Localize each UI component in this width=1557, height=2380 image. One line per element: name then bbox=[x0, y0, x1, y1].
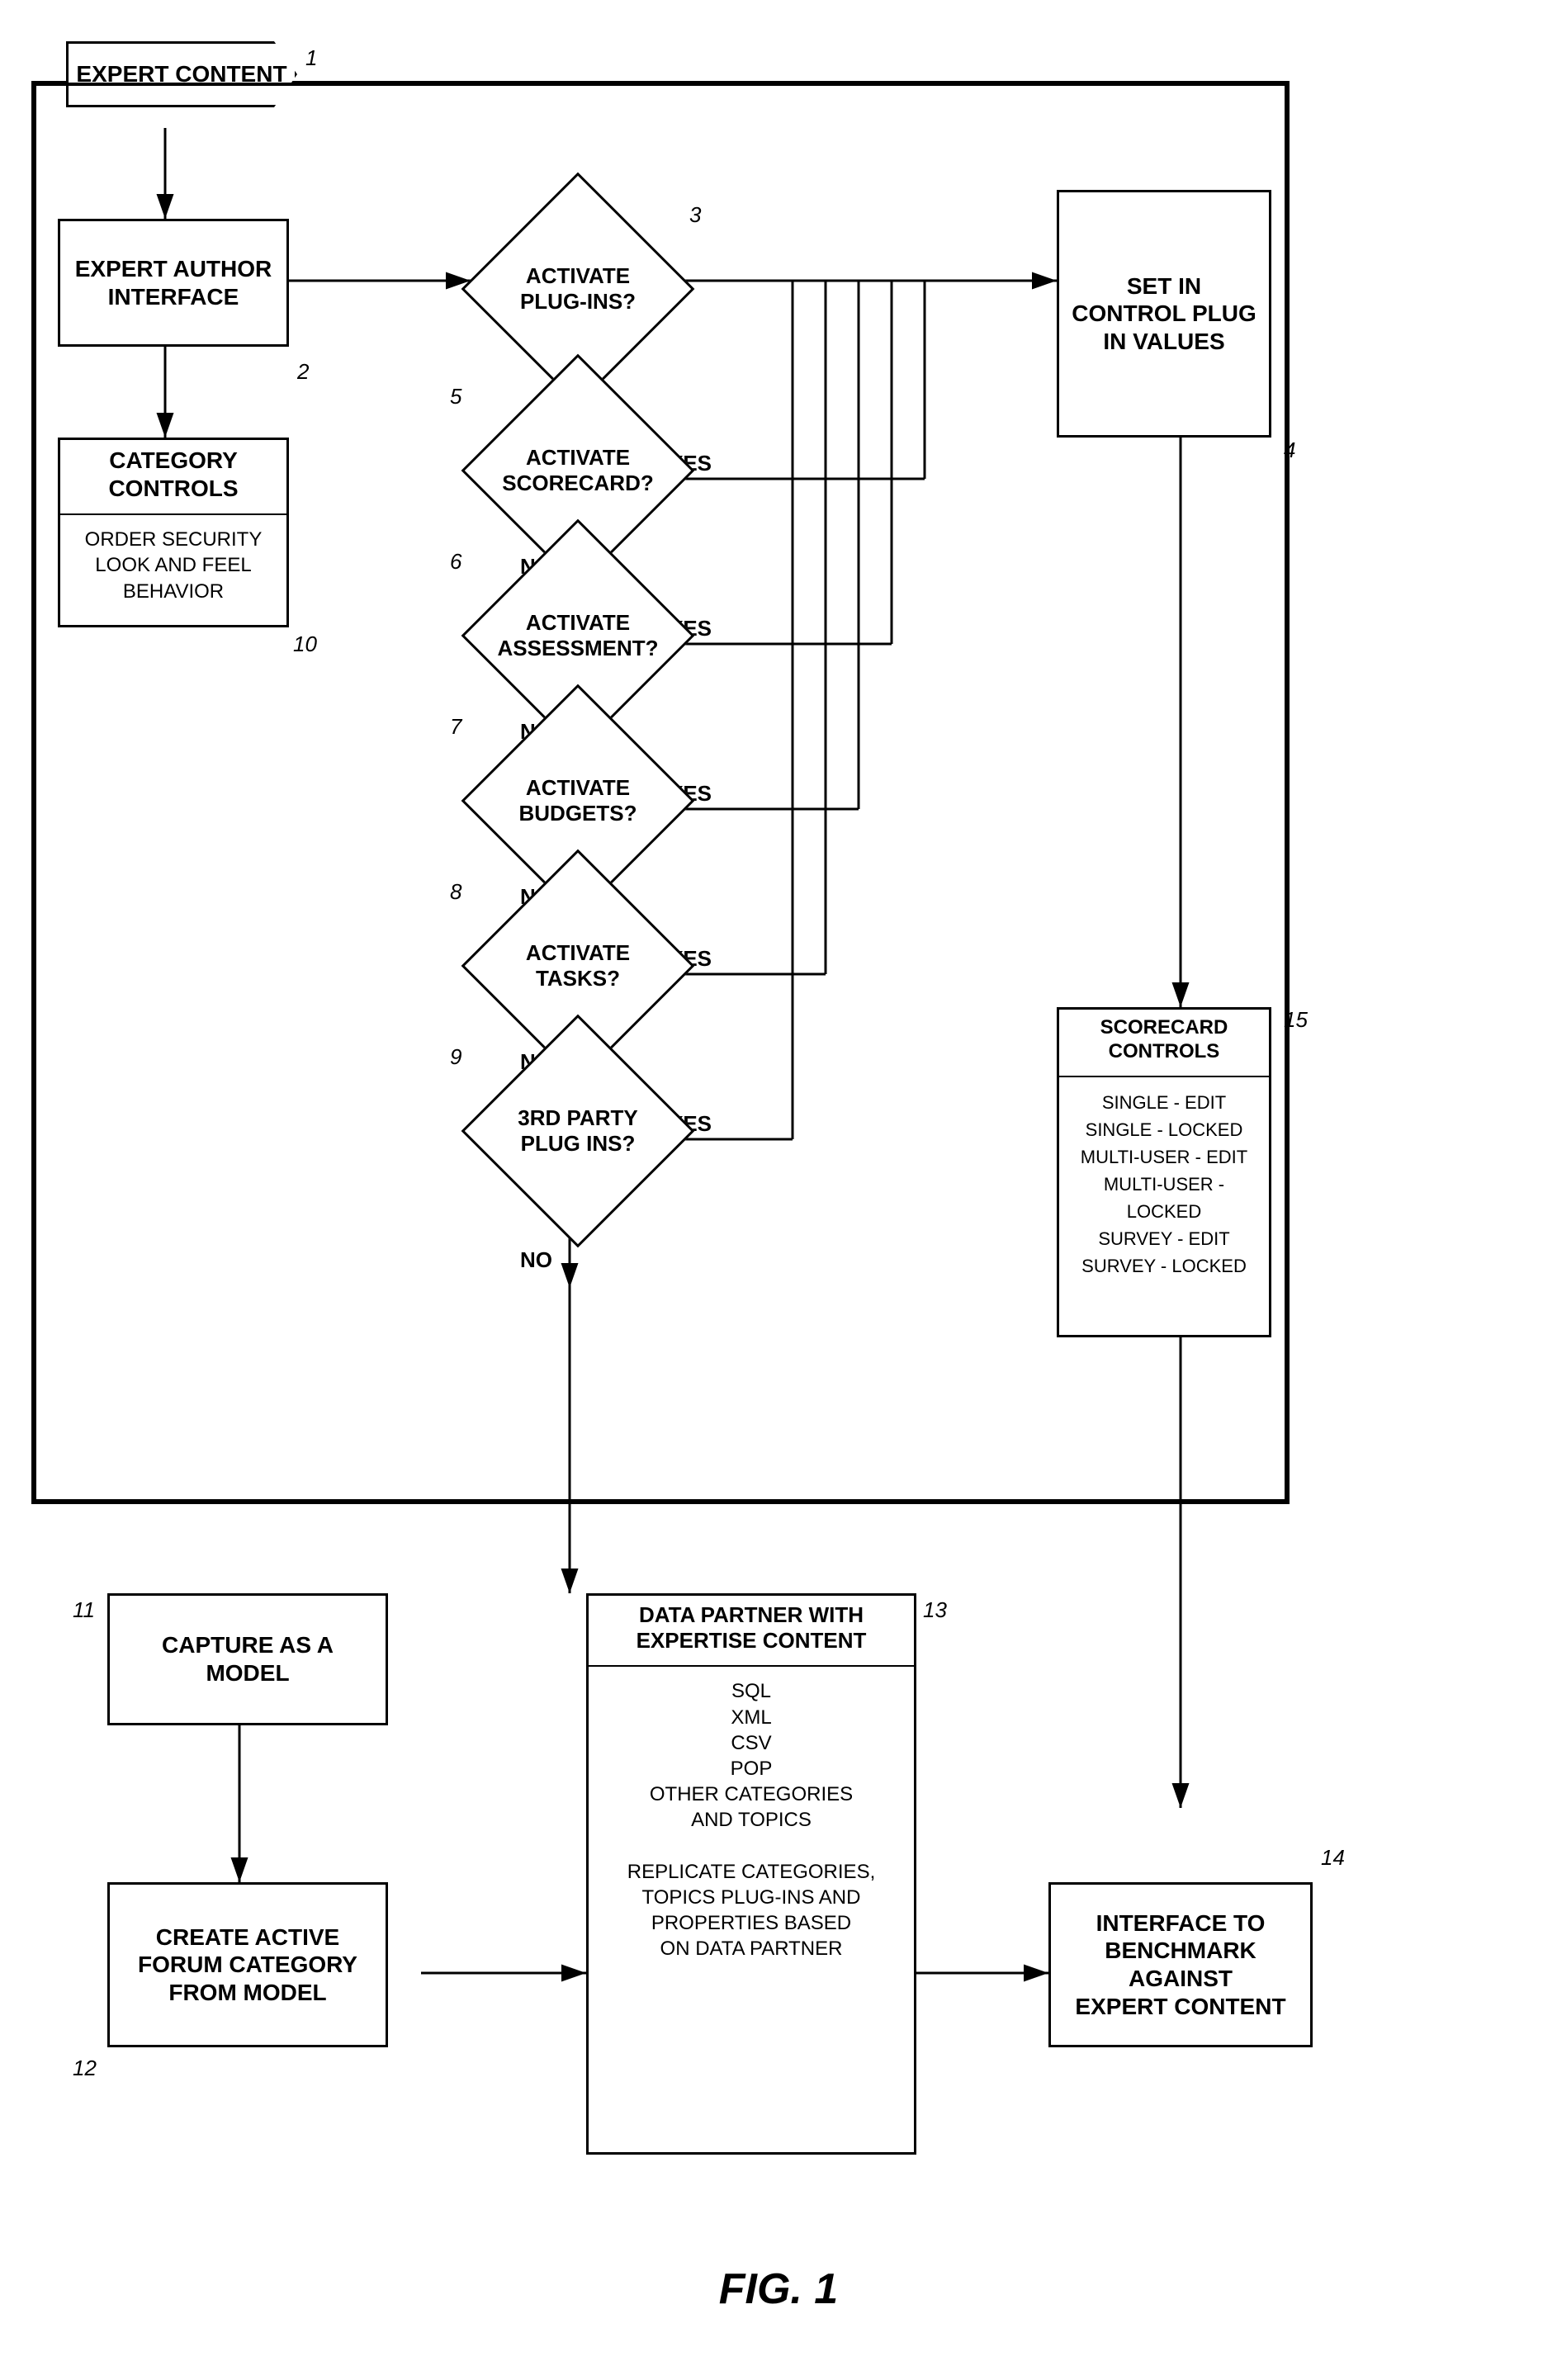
activate-scorecard-label: ACTIVATE SCORECARD? bbox=[495, 388, 660, 553]
activate-tasks-wrapper: ACTIVATE TASKS? bbox=[479, 875, 677, 1057]
category-controls-box: CATEGORY CONTROLS ORDER SECURITY LOOK AN… bbox=[58, 438, 289, 627]
scorecard-controls-bottom-label: SINGLE - EDIT SINGLE - LOCKED MULTI-USER… bbox=[1059, 1082, 1269, 1286]
label-4: 4 bbox=[1284, 438, 1295, 463]
label-10: 10 bbox=[293, 632, 317, 657]
data-partner-box: DATA PARTNER WITH EXPERTISE CONTENT SQL … bbox=[586, 1593, 916, 2155]
label-6: 6 bbox=[450, 549, 461, 575]
activate-scorecard-wrapper: ACTIVATE SCORECARD? bbox=[479, 380, 677, 561]
diagram-container: YES NO YES NO YES NO YES NO YES bbox=[0, 0, 1557, 2380]
capture-model-box: CAPTURE AS A MODEL bbox=[107, 1593, 388, 1725]
set-control-box: SET IN CONTROL PLUG IN VALUES bbox=[1057, 190, 1271, 438]
scorecard-controls-top-label: SCORECARD CONTROLS bbox=[1059, 1010, 1269, 1071]
fig-caption: FIG. 1 bbox=[0, 2264, 1557, 2314]
label-12: 12 bbox=[73, 2056, 97, 2081]
activate-plugins-wrapper: ACTIVATE PLUG-INS? bbox=[479, 198, 677, 380]
label-8: 8 bbox=[450, 879, 461, 905]
expert-author-box: EXPERT AUTHOR INTERFACE bbox=[58, 219, 289, 347]
category-controls-top-label: CATEGORY CONTROLS bbox=[60, 440, 286, 509]
label-13: 13 bbox=[923, 1597, 947, 1623]
activate-plugins-label: ACTIVATE PLUG-INS? bbox=[495, 206, 660, 371]
label-15: 15 bbox=[1284, 1007, 1308, 1033]
data-partner-top-label: DATA PARTNER WITH EXPERTISE CONTENT bbox=[589, 1596, 914, 1660]
label-5: 5 bbox=[450, 384, 461, 409]
label-9: 9 bbox=[450, 1044, 461, 1070]
capture-model-label: CAPTURE AS A MODEL bbox=[162, 1631, 334, 1687]
create-forum-label: CREATE ACTIVE FORUM CATEGORY FROM MODEL bbox=[138, 1923, 357, 2007]
third-party-wrapper: 3RD PARTY PLUG INS? bbox=[479, 1040, 677, 1222]
label-7: 7 bbox=[450, 714, 461, 740]
data-partner-bottom-label: SQL XML CSV POP OTHER CATEGORIES AND TOP… bbox=[589, 1672, 914, 1968]
interface-benchmark-label: INTERFACE TO BENCHMARK AGAINST EXPERT CO… bbox=[1059, 1909, 1302, 2020]
label-11: 11 bbox=[73, 1597, 95, 1623]
interface-benchmark-box: INTERFACE TO BENCHMARK AGAINST EXPERT CO… bbox=[1048, 1882, 1313, 2047]
activate-assessment-wrapper: ACTIVATE ASSESSMENT? bbox=[479, 545, 677, 726]
expert-author-label: EXPERT AUTHOR INTERFACE bbox=[75, 255, 272, 310]
activate-budgets-label: ACTIVATE BUDGETS? bbox=[495, 718, 660, 883]
scorecard-controls-box: SCORECARD CONTROLS SINGLE - EDIT SINGLE … bbox=[1057, 1007, 1271, 1337]
third-party-label: 3RD PARTY PLUG INS? bbox=[495, 1048, 660, 1214]
label-3: 3 bbox=[689, 202, 701, 228]
category-controls-bottom-label: ORDER SECURITY LOOK AND FEEL BEHAVIOR bbox=[60, 520, 286, 611]
activate-assessment-label: ACTIVATE ASSESSMENT? bbox=[495, 553, 660, 718]
label-14: 14 bbox=[1321, 1845, 1345, 1871]
create-forum-box: CREATE ACTIVE FORUM CATEGORY FROM MODEL bbox=[107, 1882, 388, 2047]
activate-budgets-wrapper: ACTIVATE BUDGETS? bbox=[479, 710, 677, 892]
label-2: 2 bbox=[297, 359, 309, 385]
activate-tasks-label: ACTIVATE TASKS? bbox=[495, 883, 660, 1048]
label-1: 1 bbox=[305, 45, 317, 71]
set-control-label: SET IN CONTROL PLUG IN VALUES bbox=[1067, 272, 1261, 356]
